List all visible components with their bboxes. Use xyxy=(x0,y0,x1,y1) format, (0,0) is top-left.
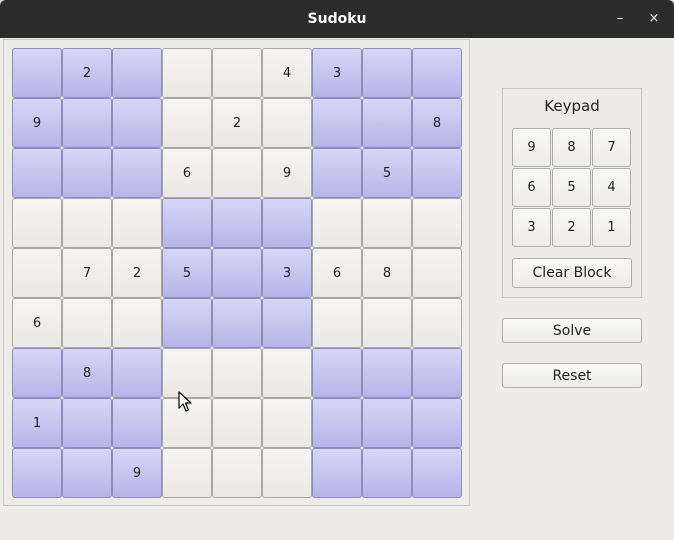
board-cell-r8-c5[interactable] xyxy=(212,398,262,448)
sudoku-board: 2439286957253686819 xyxy=(12,48,462,498)
board-cell-r5-c9[interactable] xyxy=(412,248,462,298)
minimize-icon[interactable]: – xyxy=(609,8,631,30)
keypad-key-1[interactable]: 1 xyxy=(592,208,631,247)
keypad-key-5[interactable]: 5 xyxy=(552,168,591,207)
keypad-key-6[interactable]: 6 xyxy=(512,168,551,207)
board-cell-r4-c2[interactable] xyxy=(62,198,112,248)
board-cell-r9-c3[interactable]: 9 xyxy=(112,448,162,498)
board-cell-r2-c8[interactable] xyxy=(362,98,412,148)
board-cell-r1-c2[interactable]: 2 xyxy=(62,48,112,98)
keypad-title: Keypad xyxy=(544,97,600,115)
board-cell-r7-c6[interactable] xyxy=(262,348,312,398)
board-cell-r4-c1[interactable] xyxy=(12,198,62,248)
board-cell-r6-c6[interactable] xyxy=(262,298,312,348)
board-cell-r1-c1[interactable] xyxy=(12,48,62,98)
solve-button[interactable]: Solve xyxy=(502,318,642,343)
board-cell-r8-c9[interactable] xyxy=(412,398,462,448)
board-cell-r6-c8[interactable] xyxy=(362,298,412,348)
board-cell-r3-c7[interactable] xyxy=(312,148,362,198)
board-cell-r1-c9[interactable] xyxy=(412,48,462,98)
keypad-key-8[interactable]: 8 xyxy=(552,128,591,167)
board-cell-r6-c3[interactable] xyxy=(112,298,162,348)
board-cell-r7-c7[interactable] xyxy=(312,348,362,398)
board-cell-r8-c7[interactable] xyxy=(312,398,362,448)
board-cell-r8-c6[interactable] xyxy=(262,398,312,448)
close-icon[interactable]: × xyxy=(643,8,665,30)
board-cell-r8-c2[interactable] xyxy=(62,398,112,448)
board-cell-r1-c3[interactable] xyxy=(112,48,162,98)
mouse-pointer-icon xyxy=(178,391,192,412)
board-cell-r9-c8[interactable] xyxy=(362,448,412,498)
board-cell-r3-c4[interactable]: 6 xyxy=(162,148,212,198)
keypad-key-4[interactable]: 4 xyxy=(592,168,631,207)
board-cell-r3-c9[interactable] xyxy=(412,148,462,198)
board-cell-r3-c1[interactable] xyxy=(12,148,62,198)
board-cell-r5-c6[interactable]: 3 xyxy=(262,248,312,298)
board-cell-r5-c5[interactable] xyxy=(212,248,262,298)
board-cell-r9-c2[interactable] xyxy=(62,448,112,498)
board-cell-r2-c5[interactable]: 2 xyxy=(212,98,262,148)
window-title: Sudoku xyxy=(307,11,367,27)
board-cell-r6-c7[interactable] xyxy=(312,298,362,348)
board-cell-r6-c9[interactable] xyxy=(412,298,462,348)
keypad-key-2[interactable]: 2 xyxy=(552,208,591,247)
board-cell-r8-c3[interactable] xyxy=(112,398,162,448)
board-cell-r2-c2[interactable] xyxy=(62,98,112,148)
board-cell-r9-c6[interactable] xyxy=(262,448,312,498)
reset-button[interactable]: Reset xyxy=(502,363,642,388)
board-cell-r1-c5[interactable] xyxy=(212,48,262,98)
board-cell-r4-c7[interactable] xyxy=(312,198,362,248)
board-cell-r6-c4[interactable] xyxy=(162,298,212,348)
clear-block-button[interactable]: Clear Block xyxy=(512,258,632,288)
board-cell-r2-c6[interactable] xyxy=(262,98,312,148)
board-cell-r5-c7[interactable]: 6 xyxy=(312,248,362,298)
title-bar: Sudoku – × xyxy=(0,0,674,38)
board-cell-r7-c3[interactable] xyxy=(112,348,162,398)
board-cell-r4-c8[interactable] xyxy=(362,198,412,248)
board-cell-r2-c3[interactable] xyxy=(112,98,162,148)
board-cell-r5-c8[interactable]: 8 xyxy=(362,248,412,298)
board-cell-r1-c4[interactable] xyxy=(162,48,212,98)
keypad-key-3[interactable]: 3 xyxy=(512,208,551,247)
keypad-key-9[interactable]: 9 xyxy=(512,128,551,167)
board-cell-r1-c6[interactable]: 4 xyxy=(262,48,312,98)
board-cell-r1-c8[interactable] xyxy=(362,48,412,98)
board-cell-r4-c3[interactable] xyxy=(112,198,162,248)
board-cell-r9-c4[interactable] xyxy=(162,448,212,498)
board-cell-r2-c1[interactable]: 9 xyxy=(12,98,62,148)
board-cell-r9-c7[interactable] xyxy=(312,448,362,498)
board-cell-r6-c2[interactable] xyxy=(62,298,112,348)
board-cell-r5-c1[interactable] xyxy=(12,248,62,298)
board-cell-r6-c5[interactable] xyxy=(212,298,262,348)
board-cell-r4-c6[interactable] xyxy=(262,198,312,248)
board-cell-r8-c1[interactable]: 1 xyxy=(12,398,62,448)
board-cell-r6-c1[interactable]: 6 xyxy=(12,298,62,348)
board-cell-r4-c5[interactable] xyxy=(212,198,262,248)
board-cell-r7-c1[interactable] xyxy=(12,348,62,398)
board-cell-r7-c9[interactable] xyxy=(412,348,462,398)
board-cell-r3-c6[interactable]: 9 xyxy=(262,148,312,198)
board-cell-r2-c9[interactable]: 8 xyxy=(412,98,462,148)
sudoku-window: Sudoku – × 2439286957253686819 Keypad 9 … xyxy=(0,0,674,540)
board-cell-r3-c8[interactable]: 5 xyxy=(362,148,412,198)
keypad-key-7[interactable]: 7 xyxy=(592,128,631,167)
board-cell-r1-c7[interactable]: 3 xyxy=(312,48,362,98)
board-cell-r5-c2[interactable]: 7 xyxy=(62,248,112,298)
board-cell-r2-c4[interactable] xyxy=(162,98,212,148)
board-cell-r3-c2[interactable] xyxy=(62,148,112,198)
board-cell-r5-c4[interactable]: 5 xyxy=(162,248,212,298)
board-cell-r2-c7[interactable] xyxy=(312,98,362,148)
board-cell-r9-c9[interactable] xyxy=(412,448,462,498)
board-cell-r4-c9[interactable] xyxy=(412,198,462,248)
board-cell-r7-c2[interactable]: 8 xyxy=(62,348,112,398)
board-cell-r9-c5[interactable] xyxy=(212,448,262,498)
board-cell-r9-c1[interactable] xyxy=(12,448,62,498)
board-cell-r8-c8[interactable] xyxy=(362,398,412,448)
board-cell-r7-c5[interactable] xyxy=(212,348,262,398)
board-cell-r5-c3[interactable]: 2 xyxy=(112,248,162,298)
board-cell-r4-c4[interactable] xyxy=(162,198,212,248)
board-cell-r7-c8[interactable] xyxy=(362,348,412,398)
board-cell-r3-c3[interactable] xyxy=(112,148,162,198)
board-cell-r3-c5[interactable] xyxy=(212,148,262,198)
